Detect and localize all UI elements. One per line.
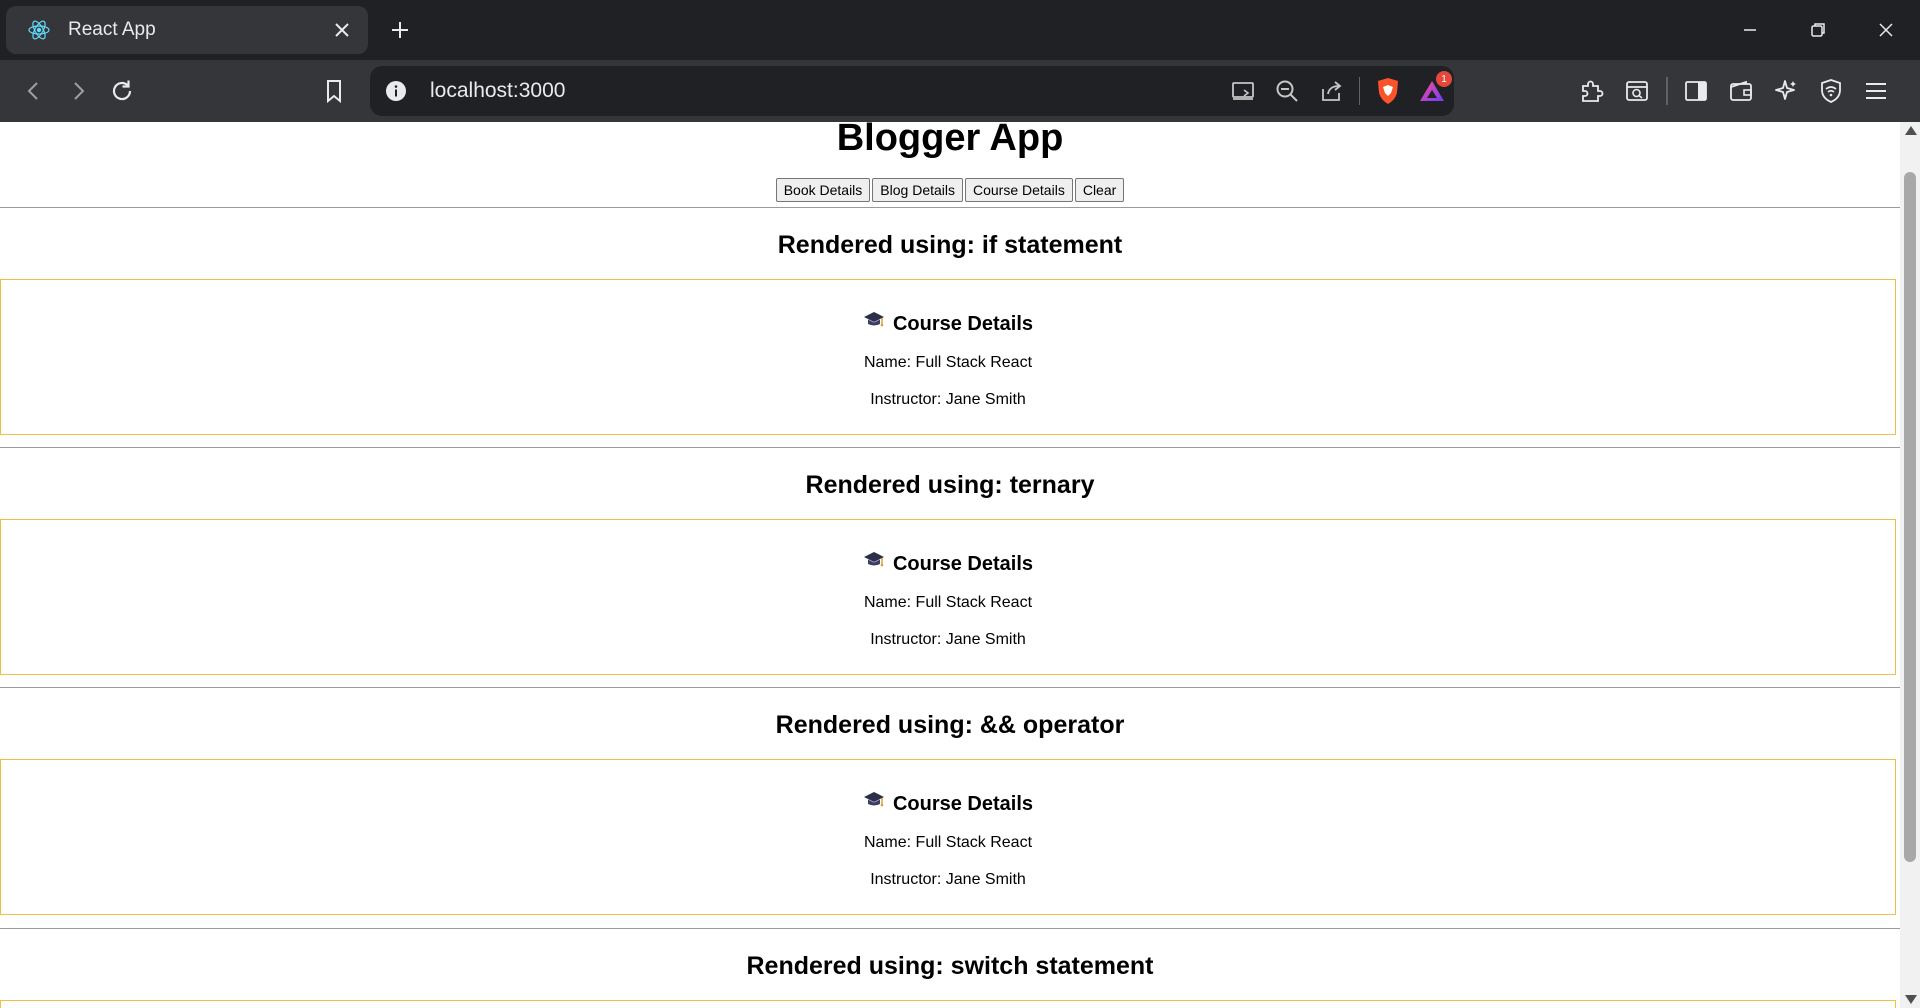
course-card: Course Details Name: Full Stack React In… xyxy=(0,519,1896,675)
vpn-shield-icon[interactable] xyxy=(1809,69,1853,113)
section-heading: Rendered using: if statement xyxy=(777,231,1123,259)
section-ternary: Rendered using: ternary Course Details N… xyxy=(0,447,1900,675)
card-title: Course Details xyxy=(1,310,1895,337)
sidebar-toggle-icon[interactable] xyxy=(1674,69,1718,113)
browser-tab[interactable]: React App xyxy=(6,6,368,54)
address-bar[interactable]: localhost:3000 1 xyxy=(370,66,1454,116)
graduation-cap-icon xyxy=(863,310,885,337)
course-name: Name: Full Stack React xyxy=(863,594,1033,611)
section-and-operator: Rendered using: && operator Course Detai… xyxy=(0,687,1900,915)
course-name: Name: Full Stack React xyxy=(863,834,1033,851)
card-title: Course Details xyxy=(1,550,1895,577)
window-controls xyxy=(1716,0,1920,60)
extensions-puzzle-icon[interactable] xyxy=(1570,69,1614,113)
close-window-icon[interactable] xyxy=(1852,0,1920,60)
browser-toolbar: localhost:3000 1 xyxy=(0,60,1920,122)
clear-button[interactable]: Clear xyxy=(1074,178,1125,202)
toolbar-divider xyxy=(1666,77,1668,105)
card-title-text: Course Details xyxy=(892,792,1034,815)
omnibox-divider xyxy=(1359,77,1360,105)
notification-badge: 1 xyxy=(1436,71,1452,87)
scroll-up-arrow-icon[interactable] xyxy=(1905,126,1917,135)
browser-tabstrip: React App xyxy=(0,0,1920,60)
back-icon[interactable] xyxy=(12,69,56,113)
brave-rewards-icon[interactable]: 1 xyxy=(1410,69,1454,113)
card-title: Course Details xyxy=(1,790,1895,817)
menu-icon[interactable] xyxy=(1854,69,1898,113)
react-logo-icon xyxy=(24,15,54,45)
page-viewport: Blogger App Book Details Blog Details Co… xyxy=(0,122,1900,1008)
leo-search-icon[interactable] xyxy=(1615,69,1659,113)
card-title-text: Course Details xyxy=(892,312,1034,335)
forward-icon[interactable] xyxy=(56,69,100,113)
tab-title: React App xyxy=(68,19,156,40)
leo-ai-icon[interactable] xyxy=(1764,69,1808,113)
section-heading: Rendered using: switch statement xyxy=(746,952,1154,980)
share-icon[interactable] xyxy=(1309,69,1353,113)
restore-icon[interactable] xyxy=(1784,0,1852,60)
graduation-cap-icon xyxy=(863,550,885,577)
brave-shields-icon[interactable] xyxy=(1366,69,1410,113)
divider xyxy=(0,687,1900,688)
wallet-icon[interactable] xyxy=(1719,69,1763,113)
section-heading: Rendered using: ternary xyxy=(805,471,1095,499)
course-instructor: Instructor: Jane Smith xyxy=(870,871,1026,888)
course-card xyxy=(0,1000,1896,1008)
page-title: Blogger App xyxy=(836,122,1064,159)
scroll-down-arrow-icon[interactable] xyxy=(1905,995,1917,1004)
button-row: Book Details Blog Details Course Details… xyxy=(0,178,1900,202)
close-tab-icon[interactable] xyxy=(324,12,360,48)
course-name: Name: Full Stack React xyxy=(863,354,1033,371)
course-details-button[interactable]: Course Details xyxy=(965,178,1073,202)
section-if-statement: Rendered using: if statement Course Deta… xyxy=(0,207,1900,435)
course-card: Course Details Name: Full Stack React In… xyxy=(0,279,1896,435)
graduation-cap-icon xyxy=(863,790,885,817)
new-tab-button[interactable] xyxy=(382,12,418,48)
divider xyxy=(0,207,1900,208)
section-switch-statement: Rendered using: switch statement xyxy=(0,928,1900,1008)
page-scrollbar[interactable] xyxy=(1900,122,1920,1008)
course-card: Course Details Name: Full Stack React In… xyxy=(0,759,1896,915)
zoom-out-icon[interactable] xyxy=(1265,69,1309,113)
course-instructor: Instructor: Jane Smith xyxy=(870,391,1026,408)
site-info-icon[interactable] xyxy=(384,79,408,103)
divider xyxy=(0,928,1900,929)
book-details-button[interactable]: Book Details xyxy=(775,178,871,202)
scroll-thumb[interactable] xyxy=(1904,172,1916,862)
cast-icon[interactable] xyxy=(1221,69,1265,113)
section-heading: Rendered using: && operator xyxy=(775,711,1125,739)
blog-details-button[interactable]: Blog Details xyxy=(872,178,963,202)
bookmark-icon[interactable] xyxy=(312,69,356,113)
url-text[interactable]: localhost:3000 xyxy=(430,79,1221,103)
minimize-icon[interactable] xyxy=(1716,0,1784,60)
course-instructor: Instructor: Jane Smith xyxy=(870,631,1026,648)
extensions-area xyxy=(1570,69,1899,113)
reload-icon[interactable] xyxy=(100,69,144,113)
divider xyxy=(0,447,1900,448)
card-title-text: Course Details xyxy=(892,552,1034,575)
